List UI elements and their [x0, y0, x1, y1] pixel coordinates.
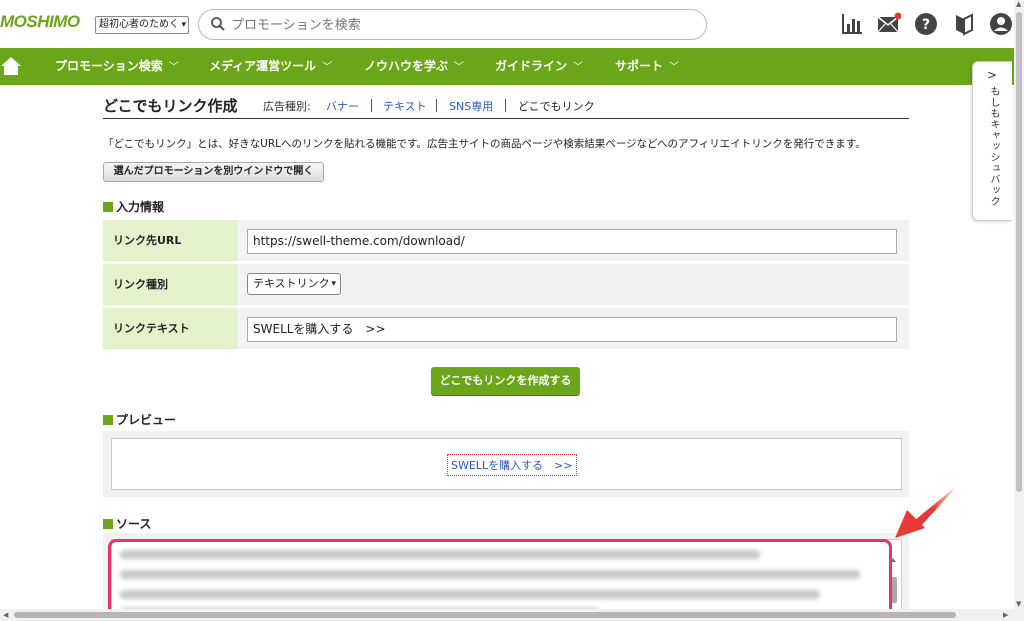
form-row-url: リンク先URL https://swell-theme.com/download…: [103, 220, 909, 261]
link-type-value: テキストリンク: [253, 277, 330, 290]
help-icon[interactable]: ?: [914, 12, 938, 36]
source-highlight-frame: [108, 539, 892, 617]
nav-item-support[interactable]: サポート ﹀: [615, 48, 679, 85]
chevron-down-icon: ﹀: [168, 62, 179, 73]
chevron-down-icon: ﹀: [454, 62, 465, 73]
page-title: どこでもリンク作成: [103, 97, 238, 115]
section-marker: [103, 415, 113, 425]
home-icon[interactable]: [0, 55, 22, 77]
svg-text:?: ?: [922, 17, 930, 33]
input-section-heading: 入力情報: [103, 198, 164, 215]
mail-icon[interactable]: [877, 12, 901, 36]
guide-select[interactable]: 超初心者のためく ▾: [95, 16, 189, 34]
nav-item-label: プロモーション検索: [55, 59, 163, 73]
horizontal-scroll-thumb[interactable]: [14, 612, 956, 618]
guide-select-value: 超初心者のためく: [99, 19, 179, 30]
top-header: MOSHIMO 超初心者のためく ▾ ?: [0, 0, 1014, 48]
page-description: 「どこでもリンク」とは、好きなURLへのリンクを貼れる機能です。広告主サイトの商…: [103, 138, 866, 150]
tab-text[interactable]: テキスト: [383, 98, 427, 114]
form-row-text: リンクテキスト SWELLを購入する >>: [103, 308, 909, 349]
title-row: どこでもリンク作成 広告種別: バナー テキスト SNS専用 どこでもリンク: [103, 95, 909, 119]
chevron-down-icon: ▾: [181, 20, 186, 30]
nav-item-promotion-search[interactable]: プロモーション検索 ﹀: [55, 48, 179, 85]
section-marker: [103, 519, 113, 529]
scroll-right-icon[interactable]: ▶: [1003, 611, 1008, 619]
create-link-button[interactable]: どこでもリンクを作成する: [431, 367, 580, 395]
chevron-right-icon: >: [987, 68, 998, 82]
nav-item-media-tools[interactable]: メディア運営ツール ﹀: [209, 48, 332, 85]
vertical-scrollbar[interactable]: ▲ ▼: [1014, 0, 1024, 621]
section-title: 入力情報: [116, 200, 165, 214]
link-text-input[interactable]: SWELLを購入する >>: [247, 317, 897, 342]
nav-item-guideline[interactable]: ガイドライン ﹀: [495, 48, 583, 85]
beginner-mark-icon[interactable]: [952, 12, 976, 36]
main-nav: プロモーション検索 ﹀ メディア運営ツール ﹀ ノウハウを学ぶ ﹀ ガイドライン ﹀ サ…: [0, 48, 1014, 85]
url-label: リンク先URL: [103, 220, 238, 261]
cashback-label: もしもキャッシュバック: [988, 86, 999, 207]
link-type-label: リンク種別: [103, 264, 238, 305]
chevron-down-icon: ﹀: [573, 62, 584, 73]
scroll-left-icon[interactable]: ◀: [3, 611, 8, 619]
nav-item-label: ノウハウを学ぶ: [364, 59, 449, 73]
tab-divider: [371, 99, 372, 112]
red-arrow-icon: [895, 484, 959, 538]
nav-item-label: サポート: [615, 59, 664, 73]
link-text-label: リンクテキスト: [103, 308, 238, 349]
moshimo-logo[interactable]: MOSHIMO: [0, 12, 80, 32]
search-icon: [211, 17, 225, 31]
horizontal-scrollbar[interactable]: ◀ ▶: [0, 609, 1014, 621]
vertical-scroll-thumb[interactable]: [1016, 12, 1022, 492]
url-input[interactable]: https://swell-theme.com/download/: [247, 229, 897, 254]
tab-sns[interactable]: SNS専用: [449, 98, 493, 114]
tab-divider: [505, 99, 506, 112]
nav-item-knowhow[interactable]: ノウハウを学ぶ ﹀: [364, 48, 464, 85]
user-icon[interactable]: [989, 12, 1013, 36]
preview-area: SWELLを購入する >>: [111, 438, 902, 490]
preview-link[interactable]: SWELLを購入する >>: [447, 454, 577, 476]
nav-item-label: ガイドライン: [495, 59, 568, 73]
chevron-down-icon: ﹀: [669, 62, 680, 73]
section-marker: [103, 202, 113, 212]
cashback-side-tab[interactable]: > もしもキャッシュバック: [972, 61, 1012, 221]
section-title: プレビュー: [116, 413, 177, 427]
chart-icon[interactable]: [840, 12, 864, 36]
section-title: ソース: [116, 517, 152, 531]
open-promotion-button[interactable]: 選んだプロモーションを別ウインドウで開く: [103, 162, 324, 182]
scroll-down-icon[interactable]: ▼: [1016, 600, 1021, 608]
source-section-heading: ソース: [103, 515, 151, 532]
form-row-type: リンク種別 テキストリンク ▾: [103, 264, 909, 305]
tab-anywhere-link: どこでもリンク: [518, 100, 595, 113]
search-bar[interactable]: [198, 9, 707, 40]
chevron-down-icon: ﹀: [322, 62, 333, 73]
preview-box: SWELLを購入する >>: [103, 431, 909, 497]
link-type-select[interactable]: テキストリンク ▾: [247, 273, 341, 295]
tab-divider: [436, 99, 437, 112]
ad-type-label: 広告種別:: [263, 100, 311, 113]
preview-section-heading: プレビュー: [103, 411, 176, 428]
tab-banner[interactable]: バナー: [326, 98, 359, 114]
nav-item-label: メディア運営ツール: [209, 59, 317, 73]
search-input[interactable]: [231, 15, 691, 35]
chevron-down-icon: ▾: [331, 279, 336, 289]
scroll-up-icon[interactable]: ▲: [1016, 0, 1021, 8]
